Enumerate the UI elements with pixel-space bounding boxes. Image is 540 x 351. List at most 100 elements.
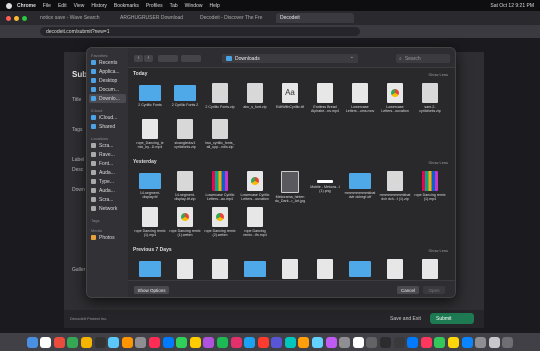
dock-app-icon[interactable] <box>488 336 500 348</box>
file-item[interactable]: rope Dancing remix...ifn.mp4 <box>239 207 271 238</box>
search-input[interactable]: ⌕ Search <box>396 54 450 63</box>
dock-app-icon[interactable] <box>121 336 133 348</box>
dock-app-icon[interactable] <box>94 336 106 348</box>
show-options-button[interactable]: Show Options <box>134 286 169 294</box>
menu-bookmarks[interactable]: Bookmarks <box>114 3 139 9</box>
dock-app-icon[interactable] <box>284 336 296 348</box>
dock-app-icon[interactable] <box>393 336 405 348</box>
dock-app-icon[interactable] <box>380 336 392 348</box>
sidebar-item-locations[interactable]: Network <box>87 204 128 213</box>
file-item[interactable]: 14-segment-display-ttf.zip <box>169 171 201 202</box>
sidebar-item-locations[interactable]: Scra... <box>87 141 128 150</box>
file-item[interactable]: rope Dancing remix (1).webm <box>169 207 201 238</box>
menu-chrome[interactable]: Chrome <box>17 3 36 9</box>
file-item[interactable] <box>239 259 271 277</box>
view-mode-button[interactable] <box>158 55 178 62</box>
dock-app-icon[interactable] <box>148 336 160 348</box>
browser-tab[interactable]: ARGHUGRUSER Download <box>116 13 194 23</box>
dock-app-icon[interactable] <box>339 336 351 348</box>
file-item[interactable]: mmmmmmmmkhat dvir dchegf.otf <box>344 171 376 200</box>
dock-app-icon[interactable] <box>407 336 419 348</box>
dock-app-icon[interactable] <box>352 336 364 348</box>
file-item[interactable] <box>309 259 341 279</box>
clock[interactable]: Sat Oct 12 9:21 PM <box>490 3 534 9</box>
dock-app-icon[interactable] <box>448 336 460 348</box>
zoom-window-button[interactable] <box>22 15 27 21</box>
browser-tab[interactable]: Decodeit - Discover The Fre <box>196 13 274 23</box>
address-bar[interactable]: decodeit.com/submit?new=1 <box>40 27 360 36</box>
dock-app-icon[interactable] <box>461 336 473 348</box>
menu-profiles[interactable]: Profiles <box>146 3 163 9</box>
dock-app-icon[interactable] <box>40 336 52 348</box>
submit-button[interactable]: Submit <box>430 313 474 324</box>
file-item[interactable]: sam-2-cyrilcfonts.zip <box>414 83 446 114</box>
sidebar-item-favorites[interactable]: Desktop <box>87 76 128 85</box>
show-less-button[interactable]: Show Less <box>428 72 448 77</box>
dock-app-icon[interactable] <box>271 336 283 348</box>
file-item[interactable]: 14-segment-display.ttf <box>134 171 166 200</box>
sidebar-item-locations[interactable]: Auda... <box>87 168 128 177</box>
sidebar-item-locations[interactable]: Scra... <box>87 195 128 204</box>
menu-history[interactable]: History <box>91 3 107 9</box>
file-item[interactable]: 2 Cyrillic Fonts <box>134 83 166 107</box>
save-exit-button[interactable]: Save and Exit <box>390 316 421 322</box>
dock-app-icon[interactable] <box>203 336 215 348</box>
dock-app-icon[interactable] <box>312 336 324 348</box>
file-item[interactable]: Lowercase Letters...ouvation <box>379 83 411 114</box>
file-item[interactable]: rope Dancing remix (2).webm <box>204 207 236 238</box>
back-button[interactable]: ‹ <box>134 55 143 62</box>
close-window-button[interactable] <box>6 15 11 21</box>
dock-app-icon[interactable] <box>26 336 38 348</box>
dock-app-icon[interactable] <box>67 336 79 348</box>
dock-app-icon[interactable] <box>434 336 446 348</box>
dock-app-icon[interactable] <box>108 336 120 348</box>
file-item[interactable] <box>134 259 166 277</box>
dock-app-icon[interactable] <box>216 336 228 348</box>
sidebar-item-media[interactable]: Photos <box>87 233 128 242</box>
menu-window[interactable]: Window <box>185 3 203 9</box>
dock-app-icon[interactable] <box>244 336 256 348</box>
dock-app-icon[interactable] <box>53 336 65 348</box>
file-item[interactable] <box>344 259 376 277</box>
menu-file[interactable]: File <box>43 3 51 9</box>
menu-help[interactable]: Help <box>209 3 219 9</box>
menu-view[interactable]: View <box>74 3 85 9</box>
file-item[interactable] <box>379 259 411 279</box>
menu-edit[interactable]: Edit <box>58 3 67 9</box>
sidebar-item-favorites[interactable]: Recents <box>87 58 128 67</box>
file-item[interactable]: Lowercase Cyrillic Letters...ao.mp4 <box>204 171 236 202</box>
file-item[interactable]: rope Dancing remix (1).mp4 <box>414 171 446 202</box>
file-item[interactable]: abc_s_font.zip <box>239 83 271 109</box>
forward-button[interactable]: › <box>144 55 153 62</box>
menu-tab[interactable]: Tab <box>170 3 178 9</box>
file-item[interactable]: Lowercase Cyrillic Letters...ouvation <box>239 171 271 202</box>
sidebar-item-locations[interactable]: Type... <box>87 177 128 186</box>
show-less-button[interactable]: Show Less <box>428 248 448 253</box>
dock-app-icon[interactable] <box>420 336 432 348</box>
dock-app-icon[interactable] <box>162 336 174 348</box>
cancel-button[interactable]: Cancel <box>397 286 419 294</box>
dock-app-icon[interactable] <box>176 336 188 348</box>
file-item[interactable]: mmmmmmmmkhat dvir dch...f (1).zip <box>379 171 411 202</box>
dock-app-icon[interactable] <box>475 336 487 348</box>
browser-tab-active[interactable]: Decodeit <box>276 13 354 23</box>
dock-app-icon[interactable] <box>298 336 310 348</box>
sidebar-item-locations[interactable]: Rave... <box>87 150 128 159</box>
file-item[interactable]: Lowercase Letters...ums.mov <box>344 83 376 114</box>
file-item[interactable]: Mobile - Mekora...l (1).png <box>309 171 341 194</box>
file-item[interactable]: rope_Dancing_ie mix_by...D.mp4 <box>134 119 166 150</box>
dock-app-icon[interactable] <box>135 336 147 348</box>
sidebar-item-icloud[interactable]: Shared <box>87 122 128 131</box>
dock-app-icon[interactable] <box>257 336 269 348</box>
sidebar-item-locations[interactable]: Font... <box>87 159 128 168</box>
file-item[interactable] <box>204 259 236 279</box>
sidebar-item-favorites[interactable]: Docum... <box>87 85 128 94</box>
sidebar-item-locations[interactable]: Auda... <box>87 186 128 195</box>
file-item[interactable]: 2 Cyrillic Fonts.zip <box>204 83 236 109</box>
dock-app-icon[interactable] <box>230 336 242 348</box>
sidebar-item-icloud[interactable]: iCloud... <box>87 113 128 122</box>
file-item[interactable]: rope Dancing remix (1).mp4 <box>134 207 166 238</box>
open-button[interactable]: Open <box>423 286 445 294</box>
dock-app-icon[interactable] <box>325 336 337 348</box>
apple-icon[interactable] <box>6 2 12 9</box>
